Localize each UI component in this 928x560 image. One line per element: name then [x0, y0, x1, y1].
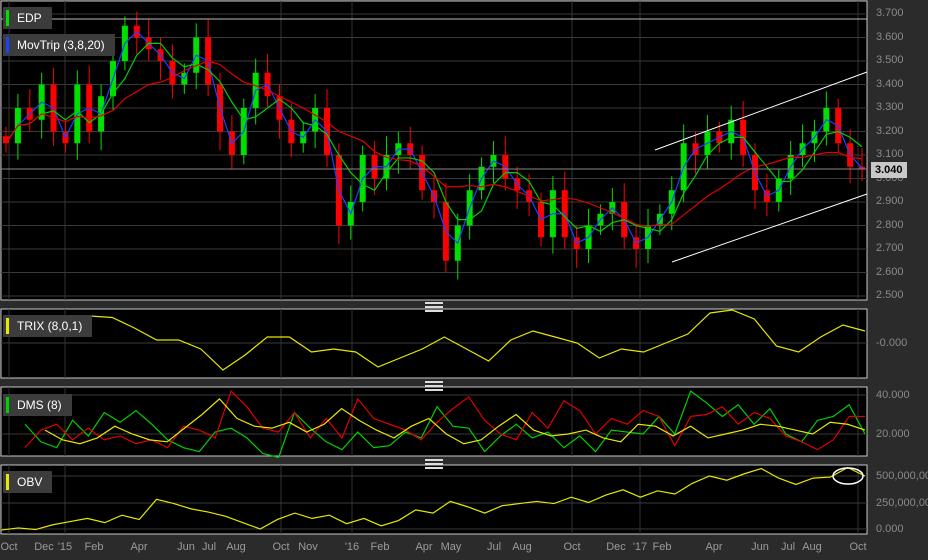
- time-axis-label: '15: [57, 541, 73, 553]
- chart-canvas[interactable]: [0, 0, 928, 560]
- pane: [0, 464, 868, 535]
- time-axis-label: '17: [632, 541, 648, 553]
- pane-resize-handle[interactable]: [425, 381, 443, 391]
- obv-axis-label: 250,000,000: [876, 497, 928, 509]
- price-axis-label: 3.100: [876, 148, 904, 160]
- price-axis-label: 3.700: [876, 7, 904, 19]
- pane-resize-handle[interactable]: [425, 459, 443, 469]
- last-price-badge: 3.040: [871, 162, 907, 178]
- time-axis-label: Oct: [0, 541, 18, 553]
- time-axis-label: Feb: [652, 541, 672, 553]
- time-axis-label: Apr: [705, 541, 723, 553]
- time-axis-label: Apr: [415, 541, 433, 553]
- time-axis-label: Jun: [177, 541, 195, 553]
- obv-axis-label: 0.000: [876, 523, 904, 535]
- price-axis-label: 2.900: [876, 195, 904, 207]
- price-axis-label: 2.600: [876, 265, 904, 278]
- dms-axis-label: 40.000: [876, 389, 910, 401]
- time-axis-label: Nov: [298, 541, 318, 553]
- price-axis-label: 2.700: [876, 242, 904, 254]
- price-axis-label: 2.800: [876, 218, 904, 231]
- legend-swatch: [6, 37, 9, 53]
- legend-trix[interactable]: TRIX (8,0,1): [3, 315, 93, 337]
- obv-axis-label: 500,000,000: [876, 470, 928, 482]
- price-axis-label: 3.300: [876, 101, 904, 113]
- time-axis-label: Aug: [802, 541, 822, 553]
- time-axis-label: Jul: [780, 541, 796, 553]
- legend-label: DMS (8): [17, 398, 62, 412]
- time-axis-label: Oct: [563, 541, 581, 553]
- legend-label: TRIX (8,0,1): [17, 319, 83, 333]
- price-axis-label: 3.400: [876, 77, 904, 90]
- price-axis-label: 3.500: [876, 54, 904, 66]
- price-axis-label: 3.600: [876, 30, 904, 43]
- time-axis-label: '16: [344, 541, 360, 553]
- legend-movtrip[interactable]: MovTrip (3,8,20): [3, 34, 115, 56]
- chart-window: EDP MovTrip (3,8,20) TRIX (8,0,1) DMS (8…: [0, 0, 928, 560]
- legend-label: OBV: [17, 475, 43, 489]
- time-axis-label: Oct: [272, 541, 290, 553]
- pane-resize-handle[interactable]: [425, 302, 443, 312]
- trix-axis-label: -0.000: [876, 337, 908, 349]
- time-axis-label: Jul: [201, 541, 217, 553]
- time-axis-label: May: [440, 541, 462, 553]
- time-axis-label: Jul: [486, 541, 502, 553]
- legend-dms[interactable]: DMS (8): [3, 394, 72, 416]
- pane: [0, 386, 868, 457]
- pane: [0, 0, 868, 301]
- time-axis-label: Feb: [370, 541, 390, 553]
- price-axis-label: 3.200: [876, 124, 904, 137]
- legend-swatch: [6, 474, 9, 490]
- time-axis-label: Feb: [84, 541, 104, 553]
- legend-label: EDP: [17, 11, 42, 25]
- time-axis-label: Dec: [34, 541, 54, 553]
- legend-swatch: [6, 397, 9, 413]
- legend-swatch: [6, 10, 9, 26]
- legend-label: MovTrip (3,8,20): [17, 38, 105, 52]
- legend-obv[interactable]: OBV: [3, 471, 53, 493]
- time-axis-label: Aug: [226, 541, 246, 553]
- time-axis-label: Dec: [606, 541, 626, 553]
- time-axis-label: Jun: [751, 541, 769, 553]
- legend-edp[interactable]: EDP: [3, 7, 52, 29]
- legend-swatch: [6, 318, 9, 334]
- price-axis-label: 2.500: [876, 289, 904, 301]
- time-axis-label: Oct: [849, 541, 867, 553]
- time-axis-label: Aug: [512, 541, 532, 553]
- time-axis-label: Apr: [130, 541, 148, 553]
- dms-axis-label: 20.000: [876, 428, 910, 440]
